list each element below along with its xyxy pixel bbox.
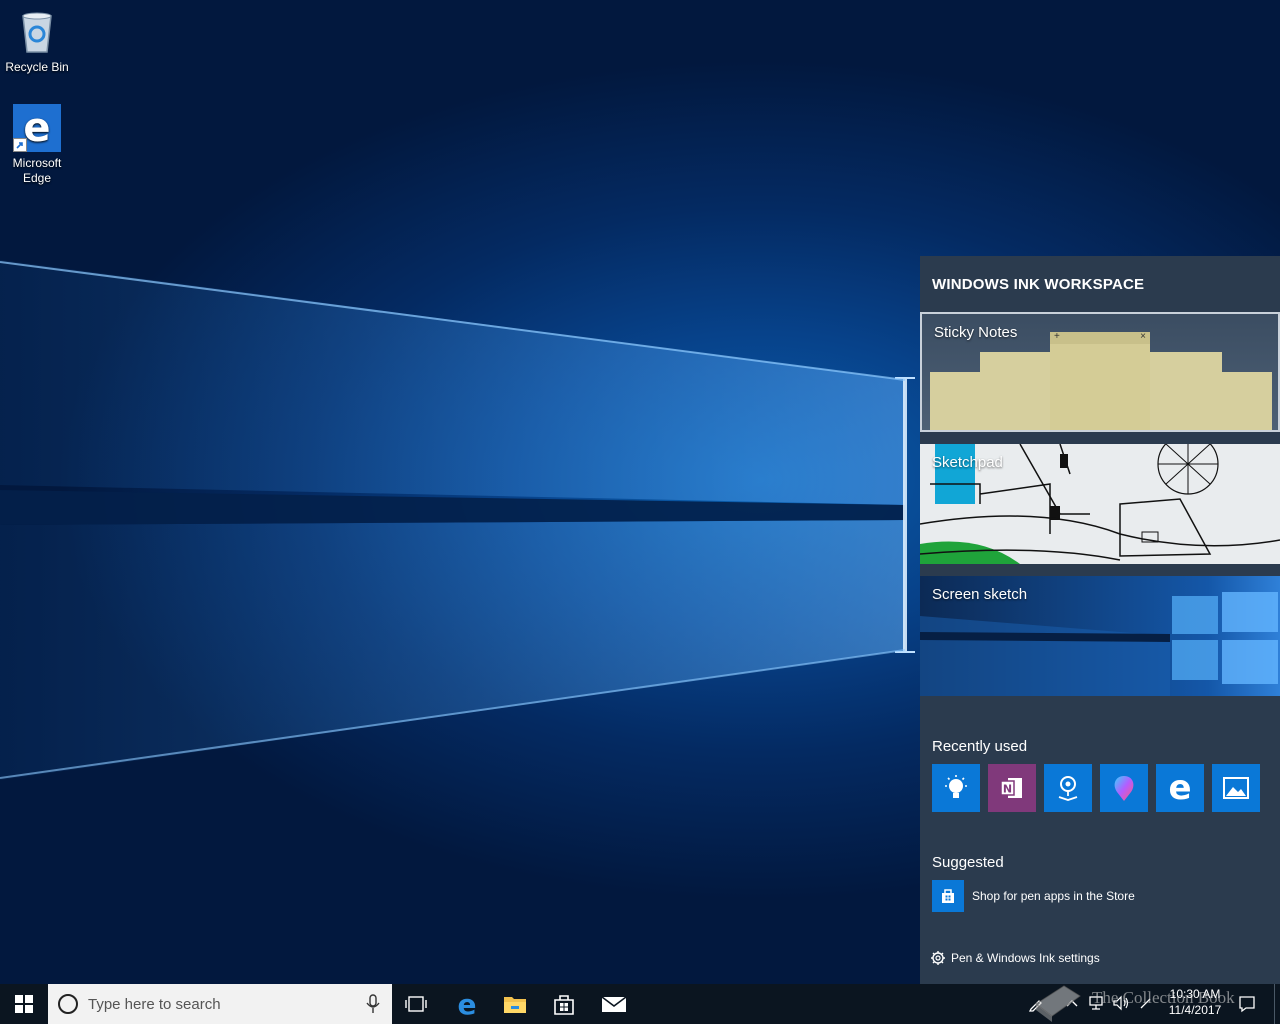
photos-icon — [1223, 777, 1249, 799]
shortcut-arrow-icon — [13, 138, 27, 152]
screen-sketch-label: Screen sketch — [932, 586, 1028, 603]
close-note-icon: × — [1140, 331, 1146, 342]
edge-icon: e — [1168, 768, 1192, 808]
paint-3d-icon — [1114, 776, 1134, 801]
start-button[interactable] — [0, 984, 48, 1024]
file-explorer-button[interactable] — [491, 984, 539, 1024]
suggested-store-link[interactable]: Shop for pen apps in the Store — [932, 880, 1135, 912]
sticky-note-front: + × — [1050, 331, 1150, 430]
photos-app-tile[interactable] — [1212, 764, 1260, 812]
sticky-note — [930, 372, 982, 430]
task-view-button[interactable] — [392, 984, 440, 1024]
suggested-item-label: Shop for pen apps in the Store — [972, 889, 1135, 903]
microphone-icon[interactable] — [366, 994, 380, 1014]
gear-icon — [931, 951, 945, 965]
store-icon — [932, 880, 964, 912]
tips-icon — [945, 775, 967, 798]
edge-app-tile[interactable]: e — [1156, 764, 1204, 812]
maps-icon — [1058, 776, 1078, 801]
taskbar: e The Collecti — [0, 984, 1280, 1024]
mail-taskbar-button[interactable] — [590, 984, 638, 1024]
sticky-notes-label: Sticky Notes — [934, 324, 1018, 341]
clock-time: 10:30 AM — [1169, 987, 1221, 1001]
sticky-note — [980, 352, 1052, 430]
screen-sketch-card[interactable]: Screen sketch — [920, 576, 1280, 696]
show-desktop-button[interactable] — [1274, 984, 1280, 1024]
onenote-app-tile[interactable]: N — [988, 764, 1036, 812]
cortana-icon — [58, 994, 78, 1014]
taskbar-search-box[interactable] — [48, 984, 392, 1024]
suggested-heading: Suggested — [932, 854, 1004, 871]
tips-app-tile[interactable] — [932, 764, 980, 812]
settings-link-label: Pen & Windows Ink settings — [951, 951, 1100, 965]
recently-used-heading: Recently used — [932, 738, 1028, 755]
mail-icon — [601, 996, 627, 1012]
sticky-note — [1220, 372, 1272, 430]
edge-desktop-icon[interactable]: e Microsoft Edge — [1, 104, 73, 186]
windows-logo-icon — [15, 995, 33, 1013]
paint-3d-app-tile[interactable] — [1100, 764, 1148, 812]
edge-icon: e — [13, 104, 61, 152]
action-center-icon[interactable] — [1238, 995, 1256, 1013]
edge-taskbar-button[interactable]: e — [443, 984, 491, 1024]
add-note-icon: + — [1054, 331, 1060, 342]
edge-icon: e — [457, 987, 477, 1021]
book-watermark-icon — [1035, 985, 1081, 1022]
store-taskbar-button[interactable] — [540, 984, 588, 1024]
sketchpad-card[interactable]: Sketchpad — [920, 444, 1280, 564]
sketchpad-label: Sketchpad — [932, 454, 1003, 471]
maps-app-tile[interactable] — [1044, 764, 1092, 812]
recycle-bin-desktop-icon[interactable]: Recycle Bin — [1, 8, 73, 75]
ink-workspace-panel: WINDOWS INK WORKSPACE Sticky Notes + × S… — [920, 256, 1280, 984]
sticky-notes-card[interactable]: Sticky Notes + × — [920, 312, 1280, 432]
edge-label: Microsoft Edge — [12, 156, 62, 185]
search-input[interactable] — [88, 995, 348, 1013]
recycle-bin-icon — [13, 8, 61, 56]
store-icon — [554, 995, 574, 1015]
file-explorer-icon — [504, 997, 526, 1013]
recycle-bin-label: Recycle Bin — [5, 60, 69, 74]
clock-date: 11/4/2017 — [1168, 1003, 1222, 1017]
taskbar-clock[interactable]: 10:30 AM 11/4/2017 — [1160, 986, 1230, 1018]
recently-used-list: N e — [932, 764, 1260, 812]
svg-text:N: N — [1003, 783, 1012, 796]
sticky-note — [1150, 352, 1222, 430]
ink-workspace-title: WINDOWS INK WORKSPACE — [932, 276, 1145, 293]
onenote-icon: N — [1000, 778, 1022, 798]
task-view-icon — [405, 996, 427, 1012]
pen-ink-settings-link[interactable]: Pen & Windows Ink settings — [930, 950, 1100, 966]
